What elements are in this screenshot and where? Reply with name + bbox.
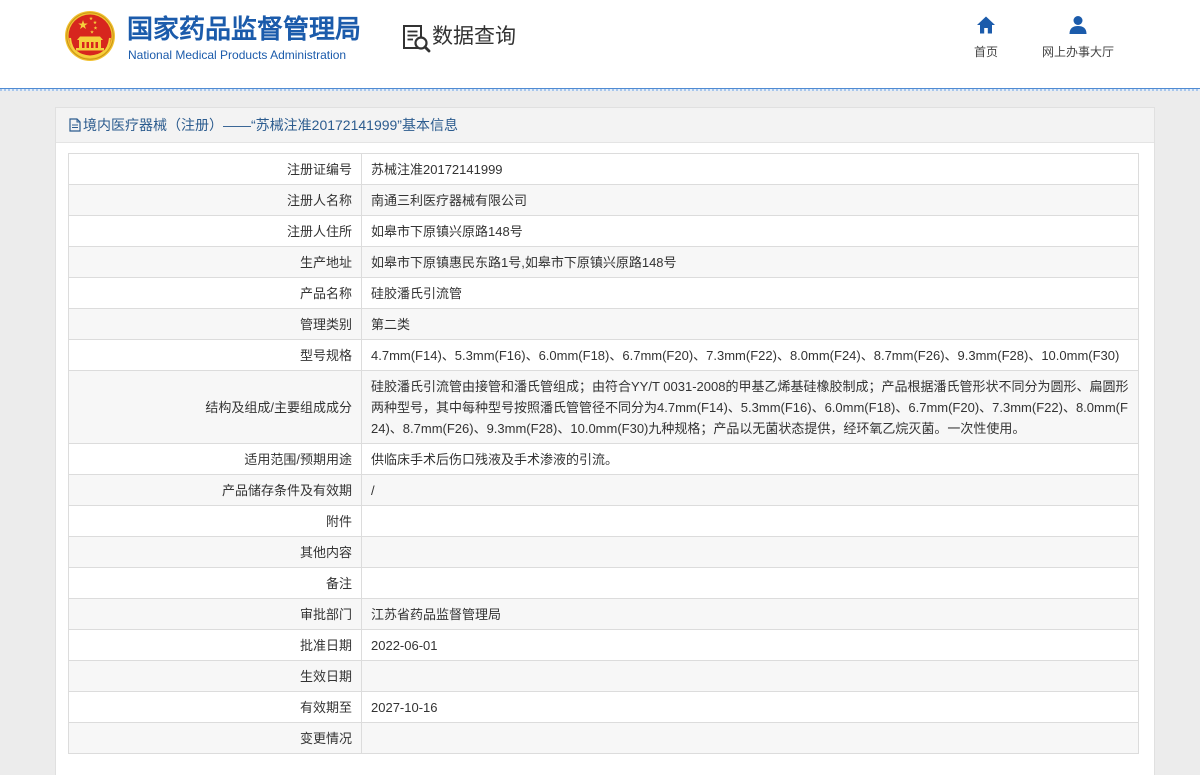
header-divider-pattern: [0, 89, 1200, 91]
row-registrant-name: 注册人名称 南通三利医疗器械有限公司: [68, 184, 1139, 216]
field-label: 注册人住所: [68, 215, 362, 247]
field-label: 生产地址: [68, 246, 362, 278]
home-icon: [976, 15, 996, 35]
field-value: [361, 536, 1139, 568]
row-other-content: 其他内容: [68, 536, 1139, 568]
site-subtitle: National Medical Products Administration: [128, 48, 347, 62]
field-value: 第二类: [361, 308, 1139, 340]
site-title: 国家药品监督管理局: [127, 14, 362, 44]
row-approval-date: 批准日期 2022-06-01: [68, 629, 1139, 661]
field-label: 变更情况: [68, 722, 362, 754]
row-production-address: 生产地址 如皋市下原镇惠民东路1号,如皋市下原镇兴原路148号: [68, 246, 1139, 278]
panel-title: 境内医疗器械（注册）——“苏械注准20172141999”基本信息: [83, 117, 458, 133]
field-value: 南通三利医疗器械有限公司: [361, 184, 1139, 216]
field-value: 硅胶潘氏引流管: [361, 277, 1139, 309]
details-table-wrapper: 注册证编号 苏械注准20172141999 注册人名称 南通三利医疗器械有限公司…: [68, 153, 1139, 754]
row-management-category: 管理类别 第二类: [68, 308, 1139, 340]
field-label: 批准日期: [68, 629, 362, 661]
field-value: 2022-06-01: [361, 629, 1139, 661]
row-attachments: 附件: [68, 505, 1139, 537]
document-icon: [69, 118, 81, 132]
field-label: 管理类别: [68, 308, 362, 340]
field-value: [361, 722, 1139, 754]
nav-online-service-hall-link[interactable]: 网上办事大厅: [1033, 15, 1123, 65]
field-label: 产品储存条件及有效期: [68, 474, 362, 506]
field-value: [361, 567, 1139, 599]
field-value: 2027-10-16: [361, 691, 1139, 723]
national-emblem-icon: [65, 11, 115, 61]
national-emblem-logo[interactable]: [64, 10, 116, 62]
device-info-panel: 境内医疗器械（注册）——“苏械注准20172141999”基本信息 注册证编号 …: [55, 107, 1155, 775]
field-value: 江苏省药品监督管理局: [361, 598, 1139, 630]
field-value: [361, 660, 1139, 692]
field-label: 其他内容: [68, 536, 362, 568]
field-label: 结构及组成/主要组成成分: [68, 370, 362, 444]
field-value: 如皋市下原镇兴原路148号: [361, 215, 1139, 247]
field-label: 生效日期: [68, 660, 362, 692]
nav-online-service-hall-label: 网上办事大厅: [1041, 45, 1114, 59]
field-label: 注册证编号: [68, 153, 362, 185]
site-header: 国家药品监督管理局 National Medical Products Admi…: [0, 0, 1200, 88]
row-effective-date: 生效日期: [68, 660, 1139, 692]
row-product-name: 产品名称 硅胶潘氏引流管: [68, 277, 1139, 309]
field-value: 苏械注准20172141999: [361, 153, 1139, 185]
field-label: 附件: [68, 505, 362, 537]
field-label: 产品名称: [68, 277, 362, 309]
field-value: 如皋市下原镇惠民东路1号,如皋市下原镇兴原路148号: [361, 246, 1139, 278]
field-label: 有效期至: [68, 691, 362, 723]
device-details-table: 注册证编号 苏械注准20172141999 注册人名称 南通三利医疗器械有限公司…: [68, 153, 1139, 754]
field-label: 注册人名称: [68, 184, 362, 216]
panel-header: 境内医疗器械（注册）——“苏械注准20172141999”基本信息: [56, 108, 1154, 143]
row-registration-number: 注册证编号 苏械注准20172141999: [68, 153, 1139, 185]
field-value: 供临床手术后伤口残液及手术渗液的引流。: [361, 443, 1139, 475]
field-value: 硅胶潘氏引流管由接管和潘氏管组成；由符合YY/T 0031-2008的甲基乙烯基…: [361, 370, 1139, 444]
row-approval-authority: 审批部门 江苏省药品监督管理局: [68, 598, 1139, 630]
nav-home-link[interactable]: 首页: [951, 15, 1021, 65]
section-title: 数据查询: [432, 25, 516, 48]
nav-home-label: 首页: [973, 45, 998, 59]
field-value: 4.7mm(F14)、5.3mm(F16)、6.0mm(F18)、6.7mm(F…: [361, 339, 1139, 371]
field-value: [361, 505, 1139, 537]
row-remarks: 备注: [68, 567, 1139, 599]
search-document-icon: [401, 23, 431, 53]
row-model-specification: 型号规格 4.7mm(F14)、5.3mm(F16)、6.0mm(F18)、6.…: [68, 339, 1139, 371]
user-icon: [1068, 15, 1088, 35]
field-value: /: [361, 474, 1139, 506]
field-label: 备注: [68, 567, 362, 599]
row-storage-and-validity: 产品储存条件及有效期 /: [68, 474, 1139, 506]
field-label: 审批部门: [68, 598, 362, 630]
row-structure-composition: 结构及组成/主要组成成分 硅胶潘氏引流管由接管和潘氏管组成；由符合YY/T 00…: [68, 370, 1139, 444]
row-change-history: 变更情况: [68, 722, 1139, 754]
row-valid-until: 有效期至 2027-10-16: [68, 691, 1139, 723]
field-label: 适用范围/预期用途: [68, 443, 362, 475]
field-label: 型号规格: [68, 339, 362, 371]
row-registrant-address: 注册人住所 如皋市下原镇兴原路148号: [68, 215, 1139, 247]
row-intended-use: 适用范围/预期用途 供临床手术后伤口残液及手术渗液的引流。: [68, 443, 1139, 475]
